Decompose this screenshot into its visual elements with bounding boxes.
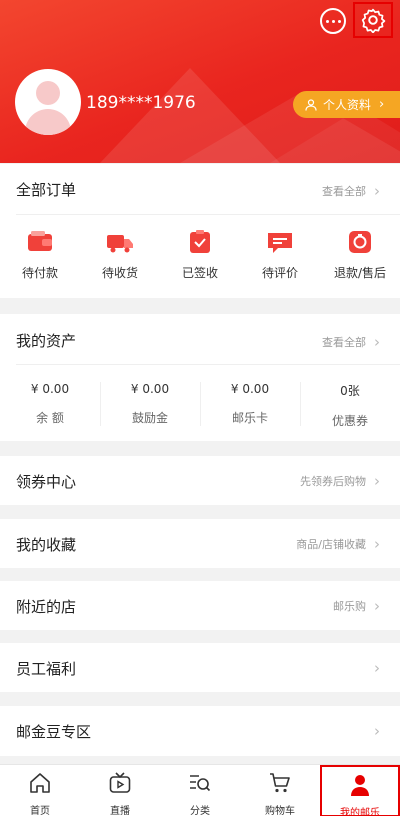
- gear-icon: [361, 8, 386, 33]
- chevron-right-icon: ›: [374, 333, 380, 351]
- row-hint: 商品/店铺收藏 ›: [296, 535, 380, 553]
- tab-label: 直播: [110, 806, 130, 816]
- row-title: 邮金豆专区: [16, 723, 92, 741]
- order-item-label: 待付款: [21, 266, 58, 280]
- order-item-pending-receipt[interactable]: 待收货: [80, 230, 160, 281]
- tab-category[interactable]: 分类: [160, 765, 240, 816]
- chevron-right-icon: ›: [374, 722, 380, 740]
- asset-label: 优惠券: [331, 414, 368, 428]
- signed-icon: [186, 230, 214, 254]
- chevron-right-icon: ›: [374, 472, 380, 490]
- row-favorites[interactable]: 我的收藏 商品/店铺收藏 ›: [0, 519, 400, 568]
- asset-value: ¥ 0.00: [230, 382, 270, 396]
- row-hint-label: 先领券后购物: [300, 475, 366, 488]
- username: 189****1976: [86, 93, 196, 113]
- row-hint: ›: [366, 722, 380, 740]
- order-item-signed[interactable]: 已签收: [160, 230, 240, 281]
- chevron-right-icon: ›: [374, 597, 380, 615]
- view-all-label: 查看全部: [322, 185, 366, 198]
- tab-live[interactable]: 直播: [80, 765, 160, 816]
- tab-label: 首页: [30, 806, 50, 816]
- row-hint-label: 商品/店铺收藏: [296, 538, 366, 551]
- bottom-tab-bar: 首页 直播 分类 购物车 我的邮乐: [0, 764, 400, 816]
- orders-view-all[interactable]: 查看全部 ›: [322, 182, 380, 200]
- row-title: 领券中心: [16, 473, 77, 491]
- tab-label: 我的邮乐: [340, 808, 380, 816]
- profile-header: 189****1976 个人资料 ›: [0, 0, 400, 163]
- row-hint: 先领券后购物 ›: [300, 472, 380, 490]
- tab-label: 分类: [190, 806, 210, 816]
- orders-title: 全部订单: [16, 181, 77, 199]
- category-search-icon: [190, 775, 211, 792]
- chevron-right-icon: ›: [374, 659, 380, 677]
- row-hint: 邮乐购 ›: [333, 597, 380, 615]
- row-title: 附近的店: [16, 598, 77, 616]
- chevron-right-icon: ›: [379, 97, 385, 112]
- asset-value: ¥ 0.00: [130, 382, 170, 396]
- assets-card: 我的资产 查看全部 › ¥ 0.00 余 额 ¥ 0.00 鼓励金 ¥ 0.00…: [0, 314, 400, 441]
- tab-home[interactable]: 首页: [0, 765, 80, 816]
- profile-button[interactable]: 个人资料 ›: [293, 91, 400, 118]
- order-item-to-review[interactable]: 待评价: [240, 230, 320, 281]
- comment-icon: [266, 230, 294, 254]
- divider: [16, 214, 400, 215]
- message-icon[interactable]: [320, 8, 346, 34]
- asset-label: 邮乐卡: [231, 411, 268, 425]
- asset-balance[interactable]: ¥ 0.00 余 额: [0, 382, 100, 426]
- asset-label: 余 额: [36, 411, 64, 425]
- divider: [16, 364, 400, 365]
- tv-icon: [109, 772, 131, 793]
- asset-incentive[interactable]: ¥ 0.00 鼓励金: [100, 382, 200, 426]
- row-hint: ›: [366, 659, 380, 677]
- row-hint-label: 邮乐购: [333, 600, 366, 613]
- order-item-label: 退款/售后: [333, 266, 387, 280]
- asset-value: ¥ 0.00: [30, 382, 70, 396]
- order-item-pending-payment[interactable]: 待付款: [0, 230, 80, 281]
- assets-view-all[interactable]: 查看全部 ›: [322, 333, 380, 351]
- asset-label: 鼓励金: [131, 411, 168, 425]
- avatar[interactable]: [15, 69, 81, 135]
- chevron-right-icon: ›: [374, 182, 380, 200]
- refund-icon: [346, 230, 374, 254]
- chevron-right-icon: ›: [374, 535, 380, 553]
- order-item-refund[interactable]: 退款/售后: [320, 230, 400, 281]
- person-icon: [351, 775, 369, 796]
- settings-button[interactable]: [353, 2, 393, 38]
- wallet-icon: [26, 230, 54, 254]
- row-title: 员工福利: [16, 660, 77, 678]
- tab-label: 购物车: [265, 806, 295, 816]
- asset-card[interactable]: ¥ 0.00 邮乐卡: [200, 382, 300, 426]
- row-employee-benefits[interactable]: 员工福利 ›: [0, 643, 400, 692]
- avatar-head: [36, 81, 60, 105]
- order-item-label: 待收货: [101, 266, 138, 280]
- cart-icon: [270, 773, 290, 793]
- tab-cart[interactable]: 购物车: [240, 765, 320, 816]
- row-title: 我的收藏: [16, 536, 77, 554]
- order-item-label: 已签收: [181, 266, 218, 280]
- asset-value: 0张: [340, 384, 360, 398]
- asset-coupons[interactable]: 0张 优惠券: [300, 382, 400, 429]
- person-outline-icon: [305, 98, 317, 111]
- row-coupon-center[interactable]: 领券中心 先领券后购物 ›: [0, 456, 400, 505]
- orders-card: 全部订单 查看全部 › 待付款 待收货 已签收 待评价 退款/售后: [0, 164, 400, 298]
- order-item-label: 待评价: [261, 266, 298, 280]
- row-nearby-stores[interactable]: 附近的店 邮乐购 ›: [0, 581, 400, 630]
- tab-my-account[interactable]: 我的邮乐: [320, 765, 400, 816]
- assets-title: 我的资产: [16, 332, 77, 350]
- view-all-label: 查看全部: [322, 336, 366, 349]
- row-bean-zone[interactable]: 邮金豆专区 ›: [0, 706, 400, 756]
- truck-icon: [106, 230, 134, 254]
- avatar-body: [25, 109, 71, 135]
- profile-button-label: 个人资料: [323, 98, 372, 112]
- home-icon: [30, 773, 50, 793]
